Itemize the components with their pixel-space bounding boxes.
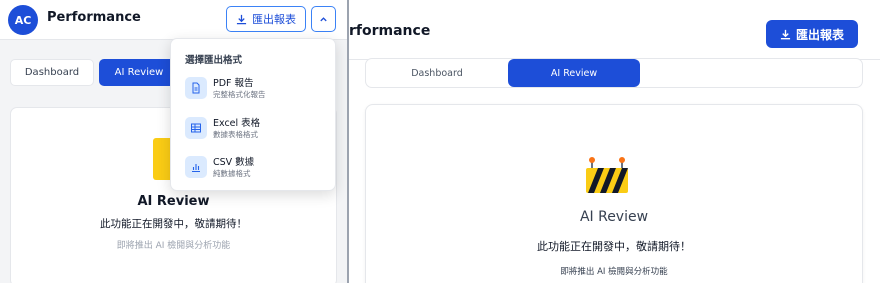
tab-dashboard[interactable]: Dashboard bbox=[10, 59, 94, 86]
document-icon bbox=[185, 77, 207, 99]
card-note: 即將推出 AI 檢閱與分析功能 bbox=[116, 241, 231, 251]
export-option-description: 數據表格格式 bbox=[213, 130, 258, 139]
export-format-menu: 選擇匯出格式 PDF 報告 完整格式化報告 Excel 表格 數據表格格式 CS… bbox=[170, 38, 336, 191]
avatar[interactable]: AC bbox=[8, 5, 38, 35]
ai-review-card: AI Review 此功能正在開發中，敬請期待！ 即將推出 AI 檢閱與分析功能 bbox=[365, 104, 863, 283]
left-panel: AC Performance 匯出報表 Dashboard AI Review … bbox=[0, 0, 347, 283]
export-option-description: 完整格式化報告 bbox=[213, 90, 266, 99]
app-header: AC Performance 匯出報表 bbox=[0, 0, 347, 40]
export-option-excel[interactable]: Excel 表格 數據表格格式 bbox=[181, 113, 329, 147]
tab-ai-review[interactable]: AI Review bbox=[508, 59, 640, 87]
card-note: 即將推出 AI 檢閱與分析功能 bbox=[560, 267, 668, 277]
app-title: Performance bbox=[47, 10, 141, 25]
download-icon bbox=[780, 29, 791, 39]
export-option-pdf[interactable]: PDF 報告 完整格式化報告 bbox=[181, 73, 329, 107]
construction-barrier-icon bbox=[586, 157, 628, 193]
export-report-label: 匯出報表 bbox=[252, 13, 296, 26]
export-option-description: 純數據格式 bbox=[213, 169, 251, 178]
export-report-button[interactable]: 匯出報表 bbox=[766, 20, 858, 48]
export-menu-toggle[interactable] bbox=[311, 6, 336, 32]
tab-dashboard[interactable]: Dashboard bbox=[367, 60, 507, 86]
right-panel: rformance 匯出報表 Dashboard AI Review AI Re… bbox=[349, 0, 880, 283]
card-title: AI Review bbox=[579, 209, 649, 225]
bar-chart-icon bbox=[185, 156, 207, 178]
card-title: AI Review bbox=[137, 194, 210, 209]
app-title: rformance bbox=[349, 23, 431, 39]
app-header-large: rformance 匯出報表 bbox=[349, 0, 880, 60]
tab-bar: Dashboard AI Review bbox=[365, 58, 863, 88]
tab-ai-review[interactable]: AI Review bbox=[99, 59, 179, 86]
export-option-label: CSV 數據 bbox=[213, 157, 255, 168]
export-report-label: 匯出報表 bbox=[795, 27, 844, 42]
card-subtitle: 此功能正在開發中，敬請期待！ bbox=[537, 240, 691, 253]
export-report-button[interactable]: 匯出報表 bbox=[226, 6, 306, 32]
export-option-label: PDF 報告 bbox=[213, 78, 254, 89]
export-option-label: Excel 表格 bbox=[213, 118, 261, 129]
chevron-up-icon bbox=[320, 16, 327, 21]
export-option-csv[interactable]: CSV 數據 純數據格式 bbox=[181, 152, 329, 186]
download-icon bbox=[236, 14, 247, 24]
table-icon bbox=[185, 117, 207, 139]
export-menu-heading: 選擇匯出格式 bbox=[185, 55, 243, 66]
card-subtitle: 此功能正在開發中，敬請期待！ bbox=[100, 218, 247, 230]
